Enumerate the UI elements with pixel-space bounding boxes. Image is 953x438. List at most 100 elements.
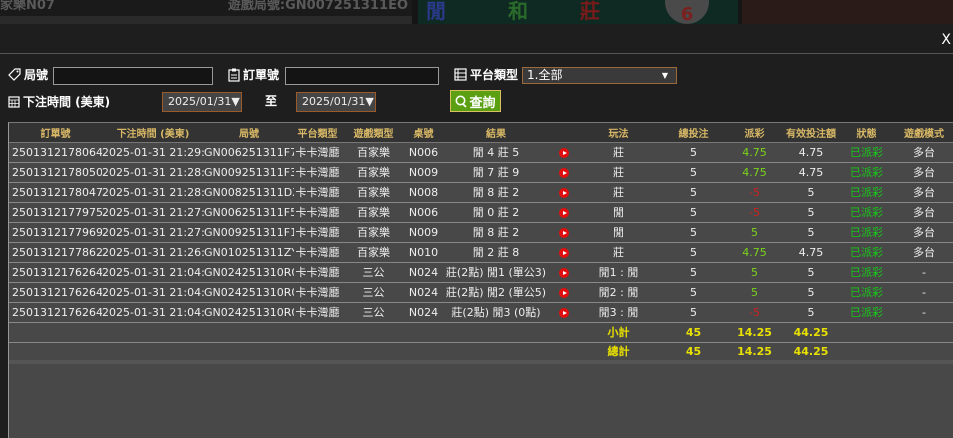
cell-platform-type: 卡卡灣廳 — [294, 142, 341, 163]
cell-valid-bet: 4.75 — [783, 142, 839, 163]
header-table-number: 桌號 — [406, 123, 441, 143]
play-icon[interactable] — [558, 167, 569, 178]
board-player: 閒 — [426, 0, 446, 23]
platform-select[interactable]: 1.全部 ▼ — [522, 67, 677, 84]
play-icon[interactable] — [558, 147, 569, 158]
cell-result: 閒 2 莊 8 — [441, 242, 551, 263]
cell-order-number: 250131217796962 — [9, 222, 102, 243]
cell-status: 已派彩 — [839, 302, 894, 323]
bet-history-modal: X 局號 訂單號 平台類型 1.全部 ▼ 下注時間 (美東) 2025/01/3… — [0, 24, 953, 438]
cell-bet-type: 莊 — [576, 162, 661, 183]
cell-order-number: 250131217804723 — [9, 182, 102, 203]
cell-game-mode: 多台 — [894, 202, 953, 223]
table-row: 2501312176264742025-01-31 21:04:23GN0242… — [9, 262, 953, 283]
table-header-row: 訂單號 下注時間 (美東) 局號 平台類型 遊戲類型 桌號 結果 玩法 總投注 派彩 有效投注額 狀態… — [9, 123, 953, 143]
background-game-number: 遊戲局號:GN007251311EO — [227, 0, 408, 13]
table-row: 2501312176264722025-01-31 21:04:23GN0242… — [9, 302, 953, 323]
cell-result: 莊(2點) 閒3 (0點) — [441, 302, 551, 323]
clipboard-icon — [228, 68, 240, 82]
cell-game-mode: 多台 — [894, 162, 953, 183]
cell-game-mode: 多台 — [894, 222, 953, 243]
sum-spacer-end — [839, 322, 953, 343]
play-icon[interactable] — [558, 267, 569, 278]
bet-history-table: 訂單號 下注時間 (美東) 局號 平台類型 遊戲類型 桌號 結果 玩法 總投注 派彩 有效投注額 狀態… — [9, 123, 953, 364]
cell-result: 閒 7 莊 9 — [441, 162, 551, 183]
cell-game-type: 百家樂 — [341, 222, 406, 243]
cell-replay[interactable] — [551, 162, 576, 183]
cell-bet-type: 閒 — [576, 202, 661, 223]
cell-platform-type: 卡卡灣廳 — [294, 282, 341, 303]
cell-bet-type: 閒2 : 閒 — [576, 282, 661, 303]
cell-status: 已派彩 — [839, 142, 894, 163]
cell-platform-type: 卡卡灣廳 — [294, 242, 341, 263]
play-icon[interactable] — [558, 287, 569, 298]
play-icon[interactable] — [558, 227, 569, 238]
play-icon[interactable] — [558, 187, 569, 198]
cell-order-number: 250131217626473 — [9, 282, 102, 303]
cell-round-number: GN006251311F7 — [204, 142, 294, 163]
header-total-bet: 總投注 — [661, 123, 726, 143]
cell-result: 閒 8 莊 2 — [441, 182, 551, 203]
cell-round-number: GN006251311F5 — [204, 202, 294, 223]
cell-replay[interactable] — [551, 302, 576, 323]
cell-game-type: 三公 — [341, 282, 406, 303]
cell-game-mode: 多台 — [894, 182, 953, 203]
cell-bet-type: 閒 — [576, 222, 661, 243]
header-result: 結果 — [441, 123, 551, 143]
cell-order-number: 250131217626474 — [9, 262, 102, 283]
header-game-mode: 遊戲模式 — [894, 123, 953, 143]
date-to-picker[interactable]: 2025/01/31▼ — [296, 92, 376, 112]
query-label: 查詢 — [469, 95, 496, 111]
cell-game-type: 百家樂 — [341, 202, 406, 223]
platform-filter-label: 平台類型 — [454, 66, 518, 83]
platform-label-text: 平台類型 — [470, 68, 519, 82]
cell-table-number: N008 — [406, 182, 441, 203]
tag-icon — [8, 68, 21, 81]
cell-valid-bet: 5 — [783, 182, 839, 203]
round-filter-label: 局號 — [8, 66, 48, 83]
cell-payout: -5 — [726, 302, 783, 323]
time-label-text: 下注時間 (美東) — [23, 95, 111, 109]
play-icon[interactable] — [558, 207, 569, 218]
cell-replay[interactable] — [551, 222, 576, 243]
sum-payout: 14.25 — [726, 322, 783, 343]
header-bet-type: 玩法 — [576, 123, 661, 143]
cell-bet-type: 莊 — [576, 142, 661, 163]
close-button[interactable]: X — [941, 32, 951, 48]
play-icon[interactable] — [558, 247, 569, 258]
cell-table-number: N006 — [406, 202, 441, 223]
background-table-name: 家樂N07 — [0, 0, 55, 13]
cell-valid-bet: 5 — [783, 282, 839, 303]
cell-round-number: GN008251311DX — [204, 182, 294, 203]
cell-replay[interactable] — [551, 202, 576, 223]
cell-replay[interactable] — [551, 262, 576, 283]
header-bet-time: 下注時間 (美東) — [102, 123, 204, 143]
background-game-view: 家樂N07 遊戲局號:GN007251311EO 閒 和 莊 6 — [0, 0, 953, 24]
table-row: 2501312177862782025-01-31 21:26:14GN0102… — [9, 242, 953, 263]
cell-round-number: GN024251310R0 — [204, 302, 294, 323]
play-icon[interactable] — [558, 307, 569, 318]
cell-game-type: 百家樂 — [341, 162, 406, 183]
cell-table-number: N009 — [406, 222, 441, 243]
order-number-input[interactable] — [285, 67, 439, 85]
sum-total-bet: 45 — [661, 342, 726, 364]
header-valid-bet: 有效投注額 — [783, 123, 839, 143]
date-from-picker[interactable]: 2025/01/31▼ — [162, 92, 242, 112]
cell-round-number: GN009251311F3 — [204, 162, 294, 183]
sum-spacer — [9, 322, 576, 343]
cell-platform-type: 卡卡灣廳 — [294, 262, 341, 283]
cell-replay[interactable] — [551, 242, 576, 263]
cell-valid-bet: 5 — [783, 202, 839, 223]
query-button[interactable]: 查詢 — [450, 90, 501, 112]
order-filter-label: 訂單號 — [228, 66, 279, 83]
round-input[interactable] — [53, 67, 213, 85]
cell-payout: 5 — [726, 262, 783, 283]
cell-status: 已派彩 — [839, 222, 894, 243]
cell-bet-time: 2025-01-31 21:27:47 — [102, 202, 204, 223]
header-replay — [551, 123, 576, 143]
cell-result: 莊(2點) 閒1 (單公3) — [441, 262, 551, 283]
round-label-text: 局號 — [24, 68, 49, 82]
cell-replay[interactable] — [551, 282, 576, 303]
cell-replay[interactable] — [551, 182, 576, 203]
cell-replay[interactable] — [551, 142, 576, 163]
